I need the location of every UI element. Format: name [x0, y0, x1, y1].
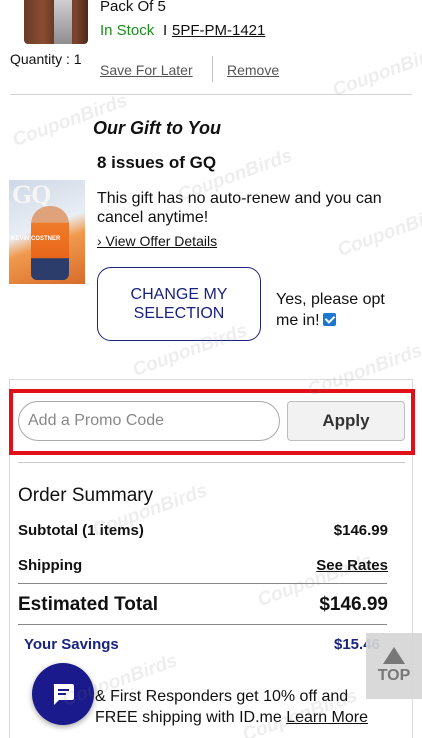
view-offer-details-link[interactable]: › View Offer Details	[97, 233, 217, 249]
chat-bubble-icon	[53, 684, 74, 705]
idme-promo-banner: & First Responders get 10% off and FREE …	[95, 686, 395, 728]
summary-divider	[18, 462, 405, 463]
stock-status: In Stock	[100, 22, 155, 39]
estimated-total-value: $146.99	[319, 594, 388, 615]
change-selection-button[interactable]: CHANGE MY SELECTION	[97, 267, 261, 341]
section-divider	[10, 94, 412, 95]
gq-magazine-cover: GQ KEVIN COSTNER	[9, 180, 85, 284]
chat-button[interactable]	[32, 663, 94, 725]
gift-title: Our Gift to You	[93, 118, 221, 138]
separator: I	[163, 22, 168, 39]
cover-headline: KEVIN COSTNER	[11, 236, 61, 242]
total-divider-top	[18, 583, 387, 584]
up-arrow-icon	[383, 647, 405, 664]
save-for-later-link[interactable]: Save For Later	[100, 62, 193, 78]
order-summary-title: Order Summary	[18, 485, 154, 506]
quantity-label: Quantity : 1	[10, 51, 82, 67]
remove-link[interactable]: Remove	[227, 62, 279, 78]
pack-size: Pack Of 5	[100, 0, 166, 15]
action-divider	[212, 56, 213, 82]
total-divider-bottom	[18, 624, 387, 625]
gift-description: This gift has no auto-renew and you can …	[97, 190, 382, 226]
subtotal-label: Subtotal (1 items)	[18, 522, 144, 539]
subtotal-value: $146.99	[333, 522, 388, 539]
promo-code-input[interactable]: Add a Promo Code	[18, 401, 280, 441]
gift-issues: 8 issues of GQ	[97, 153, 217, 172]
gift-optin[interactable]: Yes, please opt me in!	[276, 289, 406, 331]
see-rates-link[interactable]: See Rates	[316, 557, 388, 574]
cover-figure	[31, 206, 69, 280]
back-to-top-button[interactable]: TOP	[366, 633, 422, 699]
cigar-band	[54, 0, 72, 44]
estimated-total-label: Estimated Total	[18, 594, 159, 615]
savings-label: Your Savings	[24, 636, 119, 653]
product-image	[24, 0, 88, 44]
watermark: CouponBirds	[329, 40, 422, 101]
product-sku-link[interactable]: 5PF-PM-1421	[172, 22, 265, 39]
optin-checkbox[interactable]	[322, 313, 336, 326]
shipping-label: Shipping	[18, 557, 83, 574]
learn-more-link[interactable]: Learn More	[286, 709, 368, 726]
apply-promo-button[interactable]: Apply	[287, 401, 405, 441]
top-label: TOP	[377, 667, 411, 684]
